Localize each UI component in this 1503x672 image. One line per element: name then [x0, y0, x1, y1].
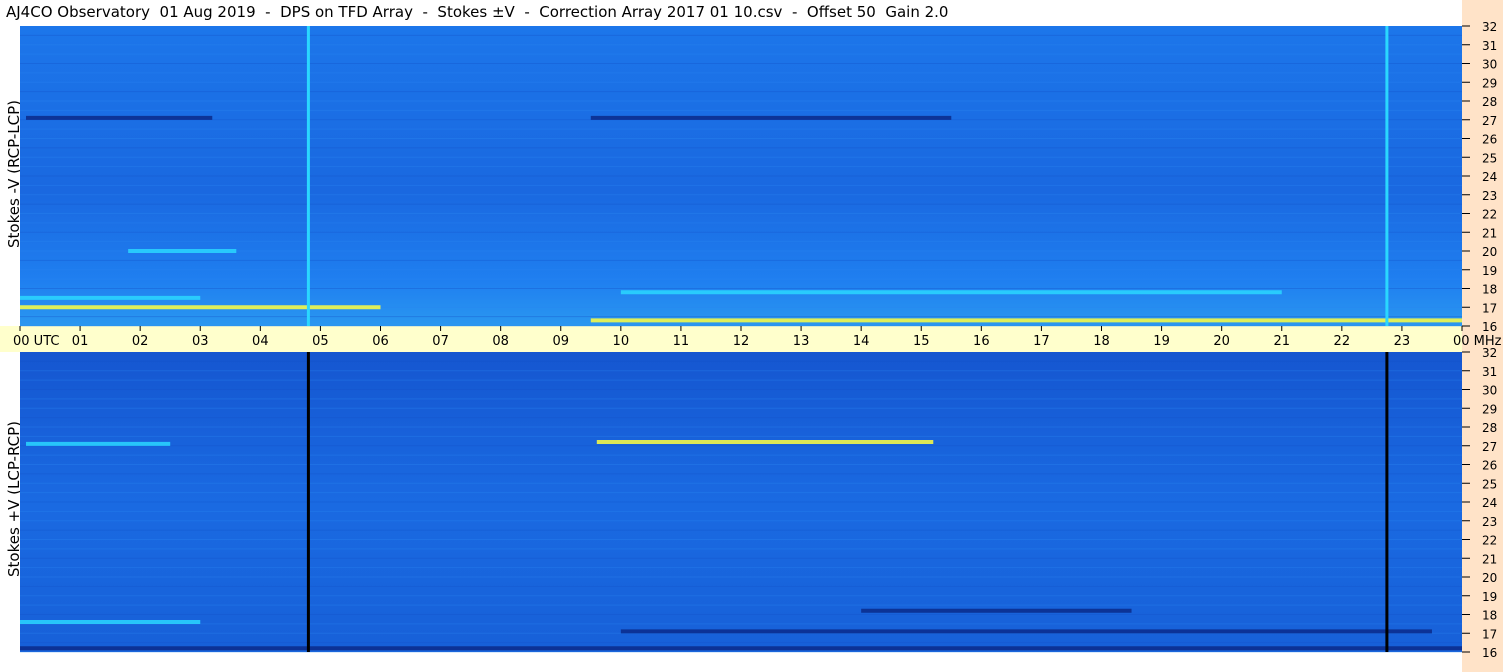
vertical-marker-line	[306, 26, 310, 326]
time-axis: 00 UTC 01 02 03 04 05 06 07 08 09 10 11 12 13 14 15 16 17…	[13, 326, 1502, 349]
freq-tick-label: 26	[1482, 459, 1497, 473]
time-tick-label: 09	[552, 334, 569, 349]
freq-tick-label: 19	[1482, 590, 1497, 604]
vertical-marker-line	[1385, 26, 1389, 326]
freq-tick-label: 24	[1482, 496, 1497, 510]
freq-tick-label: 32	[1482, 20, 1497, 34]
freq-tick-label: 17	[1482, 627, 1497, 641]
freq-tick-label: 31	[1482, 39, 1497, 53]
freq-tick-label: 29	[1482, 76, 1497, 90]
signal-band	[20, 295, 201, 300]
freq-tick-label: 27	[1482, 440, 1497, 454]
signal-band	[20, 646, 1462, 651]
freq-tick-label: 21	[1482, 226, 1497, 240]
freq-tick-label: 28	[1482, 421, 1497, 435]
freq-tick-label: 29	[1482, 402, 1497, 416]
time-tick-label: 14	[853, 334, 870, 349]
time-tick-label: 05	[312, 334, 329, 349]
vertical-marker-line	[306, 352, 310, 652]
signal-band	[590, 318, 1462, 323]
time-tick-label: 04	[252, 334, 269, 349]
time-tick-label: 11	[673, 334, 690, 349]
freq-tick-label: 32	[1482, 346, 1497, 360]
freq-tick-label: 30	[1482, 58, 1497, 72]
signal-band	[20, 305, 381, 310]
freq-tick-label: 23	[1482, 189, 1497, 203]
signal-band	[26, 441, 171, 446]
time-tick-label: 23	[1394, 334, 1411, 349]
signal-band	[590, 115, 952, 120]
freq-tick-label: 25	[1482, 151, 1497, 165]
freq-tick-label: 30	[1482, 384, 1497, 398]
signal-band	[20, 620, 201, 624]
signal-band	[128, 249, 237, 253]
freq-tick-label: 21	[1482, 552, 1497, 566]
freq-tick-label: 20	[1482, 571, 1497, 585]
time-tick-label: 01	[72, 334, 89, 349]
freq-tick-label: 31	[1482, 365, 1497, 379]
time-tick-label: 22	[1334, 334, 1351, 349]
freq-tick-label: 22	[1482, 208, 1497, 222]
time-tick-label: 16	[973, 334, 990, 349]
top-panel	[20, 26, 1462, 327]
time-tick-label: 12	[733, 334, 750, 349]
freq-tick-label: 22	[1482, 534, 1497, 548]
time-tick-label: 15	[913, 334, 930, 349]
time-tick-label: 13	[793, 334, 810, 349]
signal-band	[26, 115, 213, 120]
freq-tick-label: 16	[1482, 320, 1497, 334]
time-tick-label: 06	[372, 334, 389, 349]
freq-tick-label: 28	[1482, 95, 1497, 109]
freq-tick-label: 20	[1482, 245, 1497, 259]
signal-band	[596, 440, 934, 444]
time-tick-label: 17	[1033, 334, 1050, 349]
spectrogram-chart: 00 UTC 01 02 03 04 05 06 07 08 09 10 11 12 13 14 15 16 17…	[13, 20, 1502, 660]
time-tick-label: 10	[613, 334, 630, 349]
time-tick-label: 18	[1093, 334, 1110, 349]
bottom-panel	[20, 352, 1462, 653]
freq-tick-label: 18	[1482, 283, 1497, 297]
time-tick-label: 07	[432, 334, 449, 349]
freq-tick-label: 23	[1482, 515, 1497, 529]
time-tick-label: 03	[192, 334, 209, 349]
signal-band	[620, 290, 1282, 295]
freq-tick-label: 18	[1482, 609, 1497, 623]
time-tick-label: 08	[492, 334, 509, 349]
time-tick-label: 02	[132, 334, 149, 349]
vertical-marker-line	[1385, 352, 1389, 652]
freq-tick-label: 19	[1482, 264, 1497, 278]
freq-tick-label: 27	[1482, 114, 1497, 128]
signal-band	[620, 629, 1432, 634]
freq-tick-label: 16	[1482, 646, 1497, 660]
time-tick-label: 19	[1153, 334, 1170, 349]
freq-tick-label: 17	[1482, 301, 1497, 315]
signal-band	[861, 608, 1132, 613]
time-tick-label: 00 UTC	[13, 334, 59, 349]
freq-tick-label: 26	[1482, 133, 1497, 147]
freq-tick-label: 25	[1482, 477, 1497, 491]
time-tick-label: 20	[1213, 334, 1230, 349]
time-tick-label: 21	[1273, 334, 1290, 349]
freq-tick-label: 24	[1482, 170, 1497, 184]
